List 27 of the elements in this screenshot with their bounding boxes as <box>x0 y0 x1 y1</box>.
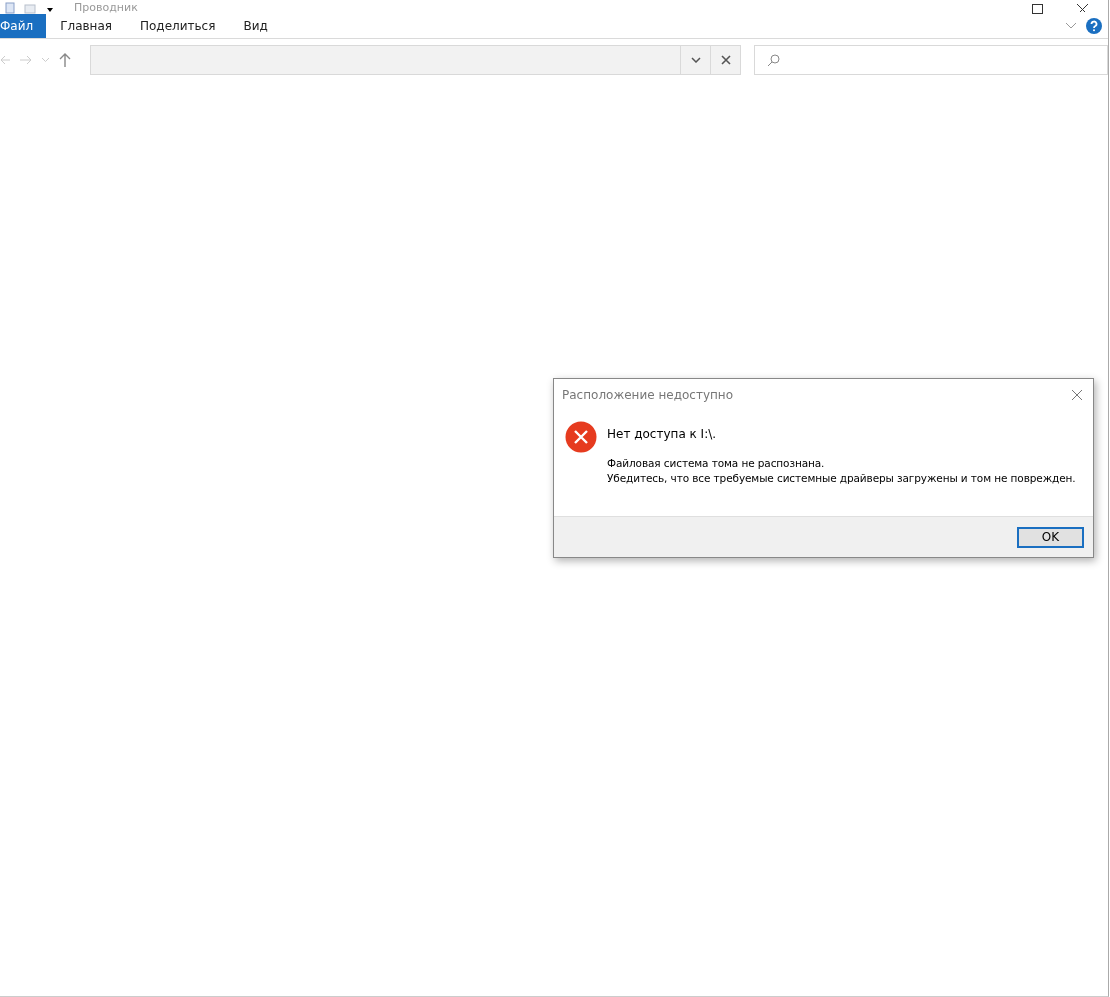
search-field[interactable] <box>754 45 1108 75</box>
error-message: Убедитесь, что все требуемые системные драйверы загружены и том не поврежден. <box>607 471 1076 486</box>
error-heading: Нет доступа к I:\. <box>607 427 718 441</box>
search-icon <box>767 53 780 67</box>
error-icon <box>565 421 597 453</box>
close-icon <box>1071 389 1083 401</box>
window-title: Проводник <box>74 2 138 14</box>
ribbon-tab[interactable]: Файл <box>0 14 47 38</box>
dialog-title: Расположение недоступно <box>562 388 733 402</box>
folder-icon[interactable] <box>24 2 36 14</box>
forward-arrow-icon[interactable] <box>20 55 32 65</box>
back-arrow-icon[interactable] <box>0 55 10 65</box>
close-icon <box>720 55 731 65</box>
maximize-icon[interactable] <box>1032 4 1043 14</box>
close-icon[interactable] <box>1077 4 1088 12</box>
ok-button[interactable]: OK <box>1017 526 1084 548</box>
error-message: Файловая система тома не распознана. <box>607 456 826 471</box>
ribbon-tab[interactable]: Поделиться <box>126 14 230 38</box>
chevron-down-icon[interactable] <box>1066 23 1076 29</box>
address-field[interactable] <box>90 45 741 75</box>
up-arrow-icon[interactable] <box>59 53 71 67</box>
chevron-down-icon <box>690 57 701 63</box>
chevron-down-icon[interactable] <box>42 58 49 62</box>
ribbon-tab[interactable]: Главная <box>46 14 126 38</box>
properties-icon[interactable] <box>4 2 16 14</box>
help-icon[interactable] <box>1086 18 1102 34</box>
ribbon-tab[interactable]: Вид <box>229 14 282 38</box>
